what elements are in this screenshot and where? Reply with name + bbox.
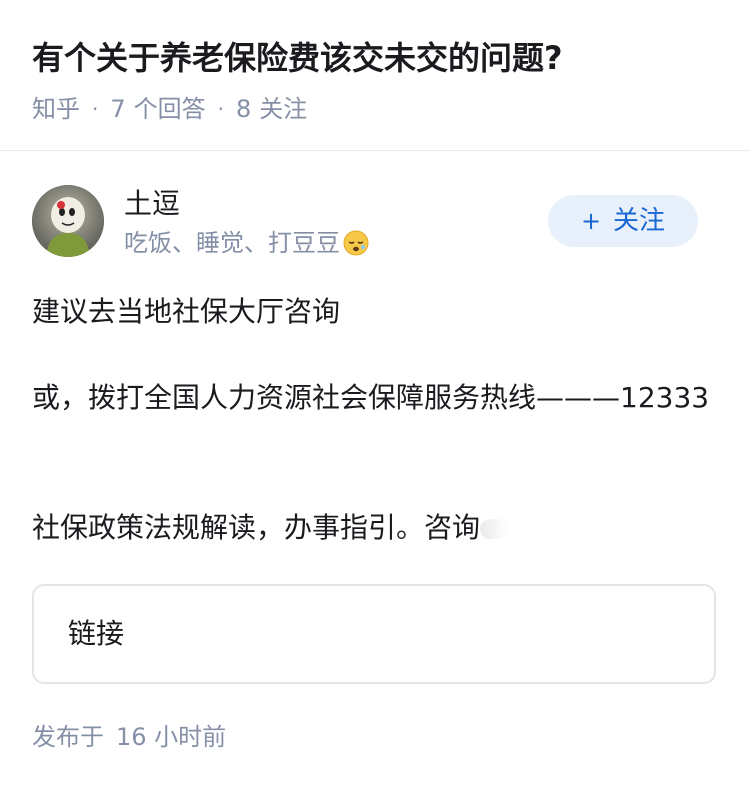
source-label[interactable]: 知乎 xyxy=(32,92,80,126)
section-divider xyxy=(0,150,750,151)
answer-paragraph-text: 社保政策法规解读，办事指引。咨询 xyxy=(32,511,481,544)
question-meta: 知乎 · 7 个回答 · 8 关注 xyxy=(32,92,307,126)
publish-label: 发布于 xyxy=(32,723,104,751)
link-card-label: 链接 xyxy=(68,617,125,650)
follower-count: 8 xyxy=(236,95,252,123)
follow-button[interactable]: + 关注 xyxy=(548,195,698,247)
sleeping-face-icon xyxy=(342,229,370,257)
plus-icon: + xyxy=(580,207,602,235)
answer-paragraph: 建议去当地社保大厅咨询 xyxy=(32,295,341,328)
author-name[interactable]: 土逗 xyxy=(124,186,180,222)
link-card[interactable]: 链接 xyxy=(32,584,716,684)
follow-button-label: 关注 xyxy=(613,206,666,236)
answer-count-label[interactable]: 个回答 xyxy=(134,92,206,126)
answer-count: 7 xyxy=(110,95,126,123)
answer-paragraph: 社保政策法规解读，办事指引。咨询 xyxy=(32,506,722,550)
publish-time-value: 16 小时前 xyxy=(116,723,227,751)
question-title[interactable]: 有个关于养老保险费该交未交的问题? xyxy=(32,36,563,80)
answer-paragraph: 或，拨打全国人力资源社会保障服务热线———12333 xyxy=(32,381,710,414)
publish-time: 发布于 16 小时前 xyxy=(32,720,226,754)
meta-separator: · xyxy=(217,97,224,121)
avatar-image xyxy=(32,185,104,257)
follower-count-label[interactable]: 关注 xyxy=(259,92,307,126)
avatar[interactable] xyxy=(32,185,104,257)
author-bio-text: 吃饭、睡觉、打豆豆 xyxy=(124,229,340,257)
meta-separator: · xyxy=(92,97,99,121)
author-bio: 吃饭、睡觉、打豆豆 xyxy=(124,226,370,260)
text-fade-overlay xyxy=(480,519,509,539)
